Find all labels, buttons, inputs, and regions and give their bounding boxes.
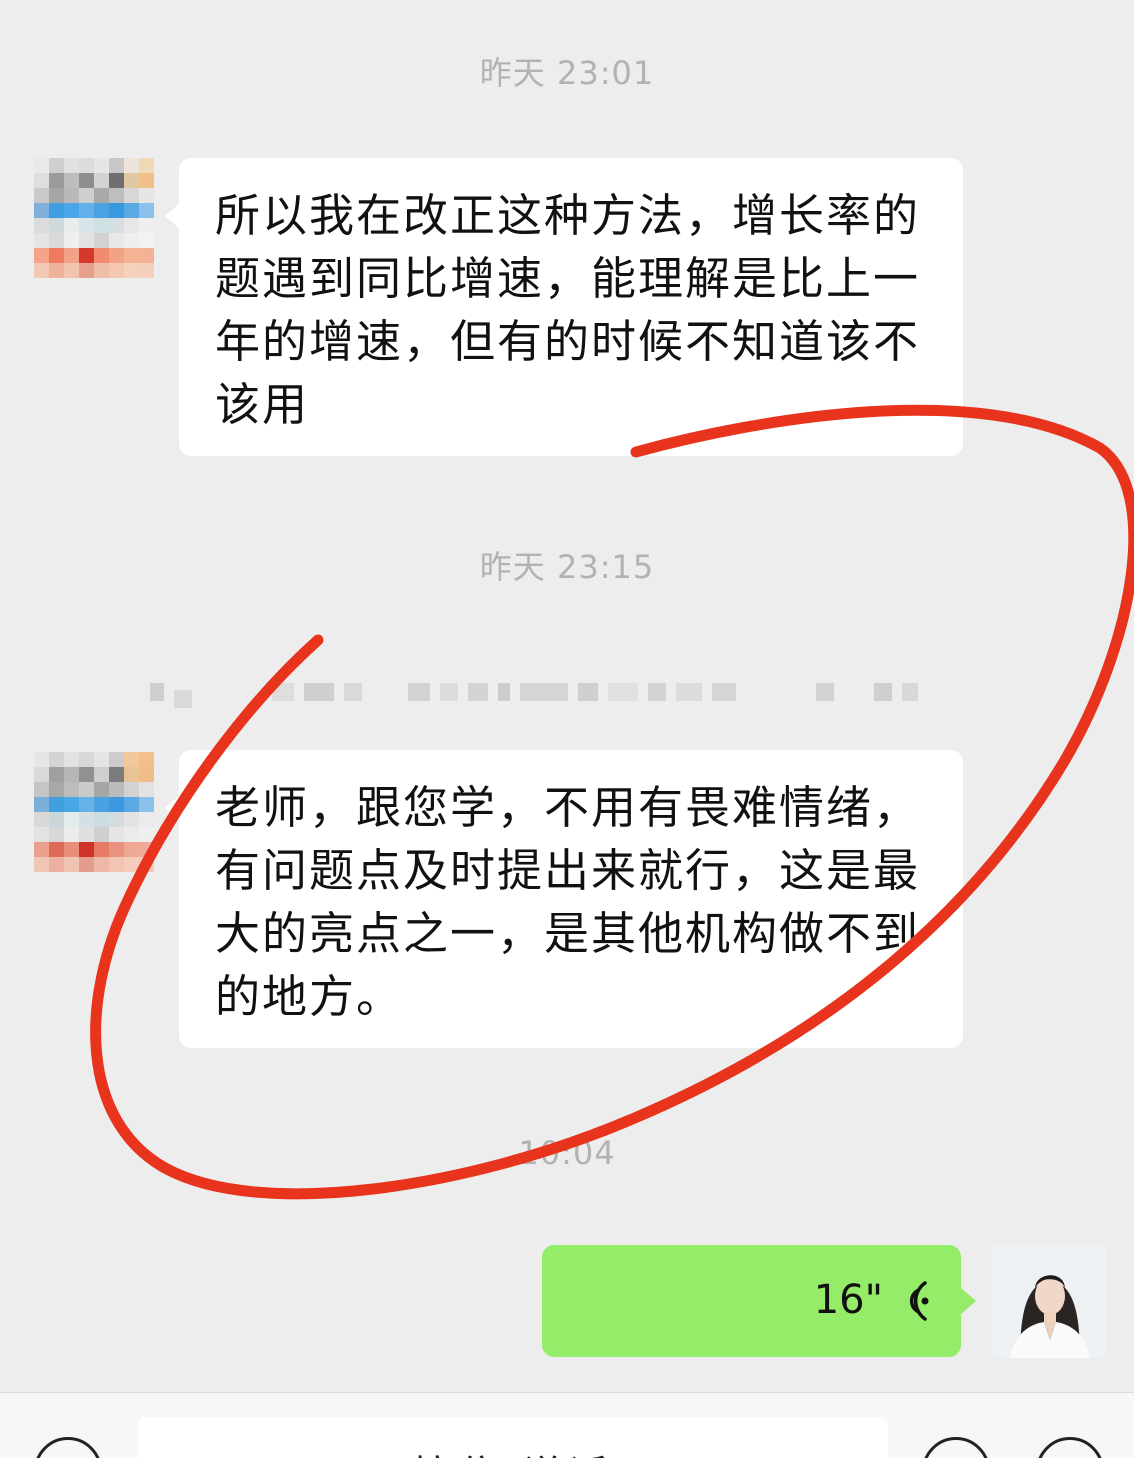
contact-avatar[interactable] [34, 158, 154, 278]
voice-mode-icon[interactable] [34, 1437, 102, 1458]
timestamp: 昨天 23:15 [479, 548, 655, 586]
hold-to-talk-label: 按住 说话 [138, 1443, 888, 1458]
message-bubble[interactable]: 所以我在改正这种方法，增长率的题遇到同比增速，能理解是比上一年的增速，但有的时候… [165, 158, 963, 456]
emoji-icon[interactable] [922, 1437, 990, 1458]
timestamp: 10:04 [518, 1134, 616, 1172]
hold-to-talk-button[interactable]: 按住 说话 [138, 1417, 888, 1458]
voice-message-bubble[interactable]: 16" [542, 1245, 976, 1357]
message-bubble[interactable]: 老师，跟您学，不用有畏难情绪，有问题点及时提出来就行，这是最大的亮点之一，是其他… [165, 750, 963, 1048]
message-text: 所以我在改正这种方法，增长率的题遇到同比增速，能理解是比上一年的增速，但有的时候… [215, 189, 921, 431]
timestamp: 昨天 23:01 [479, 54, 655, 92]
redacted-system-message [150, 664, 990, 720]
input-bar: 按住 说话 [0, 1392, 1134, 1458]
user-portrait-image [992, 1244, 1106, 1358]
contact-avatar[interactable] [34, 752, 154, 872]
chat-screen: 昨天 23:01 所以我在改正这种方法，增长率的题遇到同比增速，能理解是比上一年… [0, 0, 1134, 1458]
voice-wave-icon [909, 1281, 929, 1321]
plus-icon[interactable] [1036, 1437, 1104, 1458]
message-text: 老师，跟您学，不用有畏难情绪，有问题点及时提出来就行，这是最大的亮点之一，是其他… [215, 781, 921, 1023]
voice-duration: 16" [813, 1277, 883, 1323]
user-avatar[interactable] [992, 1244, 1106, 1358]
